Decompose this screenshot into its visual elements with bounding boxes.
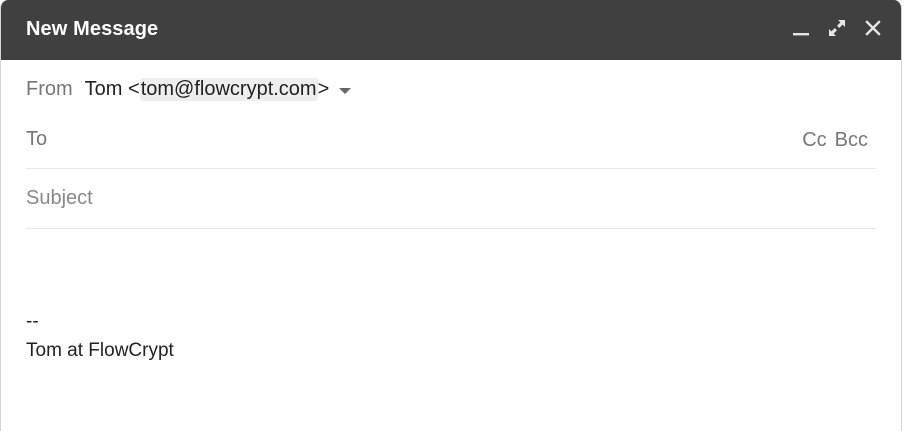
from-name: Tom < [84, 78, 140, 100]
minimize-icon[interactable] [791, 18, 811, 38]
from-row: From Tom < tom@flowcrypt.com > [26, 60, 876, 119]
cc-button[interactable]: Cc [802, 129, 826, 152]
message-body[interactable]: -- Tom at FlowCrypt [26, 229, 876, 365]
compose-titlebar[interactable]: New Message [1, 0, 901, 60]
window-controls [791, 18, 883, 38]
signature-text: Tom at FlowCrypt [26, 340, 174, 361]
from-suffix: > [317, 78, 330, 100]
compose-window: New Message From Tom < tom@flowcrypt.com… [0, 0, 902, 431]
to-row[interactable]: To Cc Bcc [26, 119, 876, 169]
from-label: From [26, 78, 73, 100]
from-selector[interactable]: Tom < tom@flowcrypt.com > [85, 78, 352, 101]
subject-row [26, 169, 876, 229]
signature-separator: -- [26, 311, 39, 332]
to-label: To [26, 128, 48, 150]
subject-input[interactable] [26, 187, 876, 210]
cc-bcc-links: Cc Bcc [802, 129, 868, 152]
chevron-down-icon[interactable] [339, 87, 352, 94]
close-icon[interactable] [863, 18, 883, 38]
compose-title: New Message [26, 18, 159, 40]
bcc-button[interactable]: Bcc [835, 129, 868, 152]
from-email: tom@flowcrypt.com [139, 78, 318, 101]
expand-icon[interactable] [827, 18, 847, 38]
